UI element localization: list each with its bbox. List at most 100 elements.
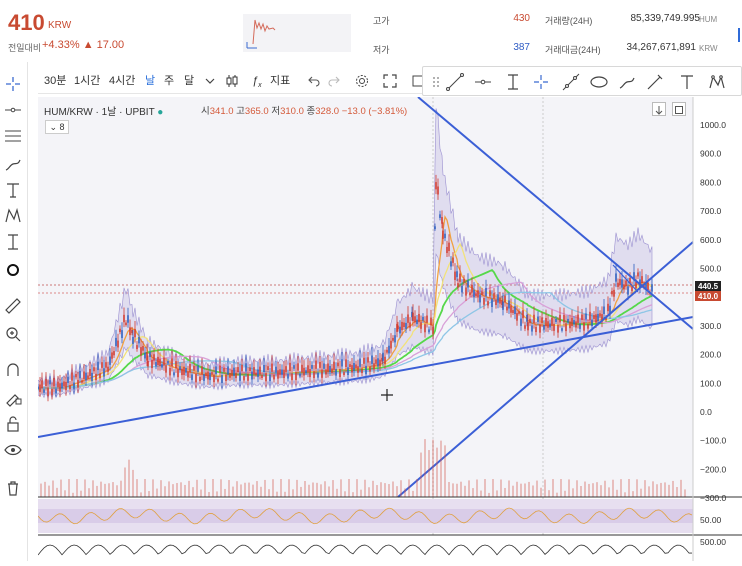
candle-body (593, 315, 595, 319)
volume-bar (104, 483, 106, 497)
circle-icon[interactable] (3, 260, 23, 280)
candle-body (541, 317, 543, 324)
candle-body (37, 386, 39, 389)
candle-body (301, 364, 303, 373)
volume-bar (284, 491, 286, 497)
candle-body (255, 372, 257, 376)
candle-body (603, 306, 605, 315)
volume-bar (536, 480, 538, 497)
fullscreen-icon[interactable] (382, 73, 398, 89)
fx-icon[interactable]: ƒx (252, 73, 262, 89)
candle-body (187, 371, 189, 378)
ellipse-icon[interactable] (589, 72, 609, 92)
interval-4h[interactable]: 4시간 (109, 73, 135, 89)
interval-day[interactable]: 날 (145, 73, 155, 89)
candle-body (567, 318, 569, 323)
lock-drawing-icon[interactable] (3, 387, 23, 407)
candle-body (197, 365, 199, 372)
pen-icon[interactable] (645, 72, 665, 92)
candle-body (557, 324, 559, 333)
price-chart[interactable]: 1000.0900.0800.0700.0600.0500.0400.0300.… (37, 96, 742, 561)
volume-bar (648, 486, 650, 497)
candle-body (265, 373, 267, 382)
trend-line-icon[interactable] (445, 72, 465, 92)
ruler-icon[interactable] (3, 296, 23, 316)
candle-body (437, 186, 439, 195)
text-tool-icon[interactable] (677, 72, 697, 92)
candle-body (191, 374, 193, 380)
candle-body (349, 364, 351, 368)
candle-body (111, 352, 113, 359)
candle-body (115, 337, 117, 347)
volume-bar (148, 491, 150, 497)
indicator-list-toggle[interactable]: ⌄ 8 (45, 120, 69, 134)
candle-body (489, 290, 491, 297)
settings-gear-icon[interactable] (354, 73, 370, 89)
undo-icon[interactable] (306, 73, 322, 89)
candle-body (341, 359, 343, 367)
trash-icon[interactable] (3, 478, 23, 498)
volume-bar (76, 479, 78, 497)
low-value: 310.0 (280, 106, 304, 117)
cross-line-icon[interactable] (531, 72, 551, 92)
drag-handle-icon[interactable] (426, 72, 439, 92)
candle-body (223, 367, 225, 372)
lock-icon[interactable] (3, 414, 23, 434)
eye-icon[interactable] (3, 440, 23, 460)
candle-body (422, 316, 424, 321)
candle-body (91, 372, 93, 381)
candle-body (617, 282, 619, 287)
candle-body (323, 363, 325, 369)
volume-bar (380, 482, 382, 497)
candle-body (293, 365, 295, 369)
pattern-tool-icon[interactable] (707, 72, 727, 92)
volume-bar (240, 484, 242, 497)
volume-bar (456, 483, 458, 497)
maximize-pane-icon[interactable] (672, 102, 686, 116)
candle-body (193, 365, 195, 371)
redo-icon[interactable] (326, 73, 342, 89)
interval-month[interactable]: 달 (184, 73, 194, 89)
volume-bar (544, 479, 546, 497)
candle-body (535, 326, 537, 333)
volume-bar (124, 467, 126, 497)
candle-body (351, 365, 353, 373)
brush-tool-icon[interactable] (617, 72, 637, 92)
brush-icon[interactable] (3, 154, 23, 174)
candle-body (205, 372, 207, 377)
interval-30m[interactable]: 30분 (44, 73, 66, 89)
zoom-in-icon[interactable] (3, 324, 23, 344)
price-change: +4.33% ▲ 17.00 (42, 39, 124, 51)
volume-bar (388, 484, 390, 497)
pattern-icon[interactable] (3, 206, 23, 226)
interval-dropdown-icon[interactable] (202, 73, 218, 89)
parallel-lines-icon[interactable] (3, 126, 23, 146)
crosshair-icon[interactable] (3, 74, 23, 94)
volume-value: 85,339,749.995 (630, 13, 700, 24)
interval-week[interactable]: 주 (164, 73, 174, 89)
volume-bar (440, 440, 442, 497)
candle-body (325, 369, 327, 375)
horizontal-ray-icon[interactable] (473, 72, 493, 92)
horizontal-line-icon[interactable] (3, 100, 23, 120)
volume-bar (200, 489, 202, 497)
interval-1h[interactable]: 1시간 (74, 73, 100, 89)
volume-bar (256, 481, 258, 497)
arrow-down-icon[interactable] (652, 102, 666, 116)
candle-type-icon[interactable] (224, 73, 240, 89)
candle-body (506, 306, 508, 311)
candle-body (631, 286, 633, 292)
candle-body (483, 298, 485, 305)
volume-bar (60, 479, 62, 497)
bottom-tick: 500.00 (700, 537, 726, 547)
candle-body (452, 257, 454, 263)
measure-icon[interactable] (3, 232, 23, 252)
magnet-icon[interactable] (3, 360, 23, 380)
text-icon[interactable] (3, 180, 23, 200)
vertical-measure-icon[interactable] (503, 72, 523, 92)
candle-body (299, 373, 301, 377)
candle-body (146, 352, 148, 361)
extended-line-icon[interactable] (561, 72, 581, 92)
candle-body (575, 321, 577, 328)
indicators-button[interactable]: 지표 (270, 73, 290, 89)
